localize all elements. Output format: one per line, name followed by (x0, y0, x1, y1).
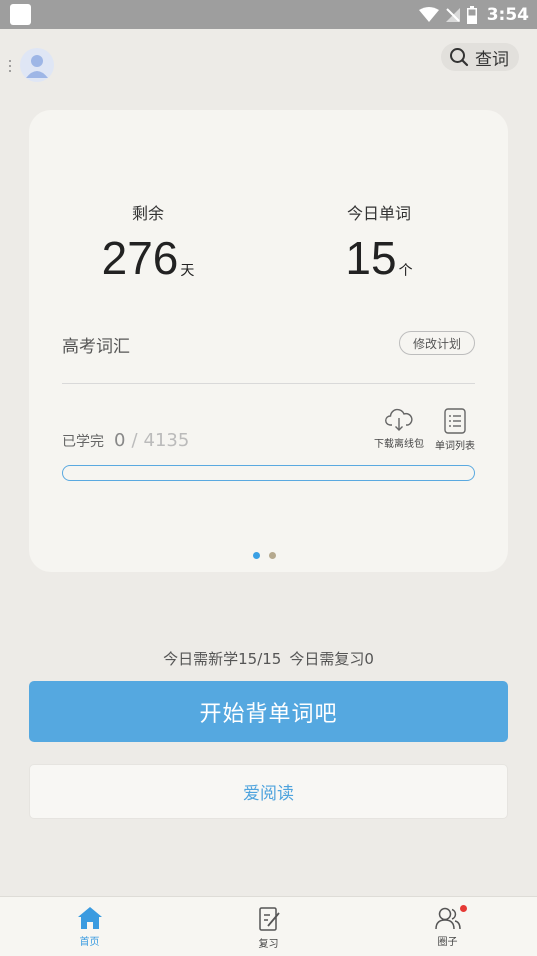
edit-plan-button[interactable]: 修改计划 (399, 331, 475, 355)
vocab-book-name: 高考词汇 (62, 337, 130, 357)
cloud-download-icon (385, 408, 413, 431)
remaining-label: 剩余 (131, 204, 164, 223)
status-bar: 3:54 (0, 0, 537, 29)
reading-button[interactable]: 爱阅读 (29, 764, 508, 819)
new-words-count: 今日需新学15/15 (163, 650, 282, 668)
learned-separator: / (131, 430, 138, 451)
remaining-days-stat: 剩余 276 天 (48, 200, 248, 282)
today-words-stat: 今日单词 15 个 (279, 200, 479, 282)
search-label: 查词 (475, 49, 509, 70)
today-words-value: 15 (345, 232, 397, 284)
learned-progress-text: 已学完 0 / 4135 (62, 430, 189, 451)
page-dot (269, 552, 276, 559)
learned-count: 0 (114, 430, 126, 451)
word-list-button[interactable]: 单词列表 (431, 408, 479, 452)
user-icon (26, 55, 48, 78)
download-offline-button[interactable]: 下载离线包 (371, 408, 427, 450)
remaining-value: 276 (101, 232, 179, 284)
wifi-icon (418, 6, 439, 22)
review-icon (258, 907, 280, 931)
avatar[interactable] (20, 48, 54, 82)
notification-badge (460, 905, 467, 912)
tab-home-label: 首页 (79, 937, 100, 948)
learned-label: 已学完 (62, 434, 104, 450)
system-icons: 3:54 (418, 0, 529, 29)
tab-home[interactable]: 首页 (0, 897, 179, 956)
page-dot (253, 552, 260, 559)
daily-summary: 今日需新学15/15 今日需复习0 (0, 648, 537, 669)
community-icon (434, 907, 461, 930)
tab-review-label: 复习 (258, 939, 279, 950)
start-memorizing-button[interactable]: 开始背单词吧 (29, 681, 508, 742)
tab-community-label: 圈子 (437, 937, 458, 948)
review-count: 今日需复习0 (289, 650, 374, 668)
tab-community[interactable]: 圈子 (358, 897, 537, 956)
plan-card[interactable]: 剩余 276 天 今日单词 15 个 高考词汇 修改计划 已学完 0 / 413… (29, 110, 508, 572)
battery-icon (466, 5, 477, 24)
list-icon (444, 408, 466, 434)
page-indicator (253, 552, 276, 559)
total-count: 4135 (143, 430, 190, 451)
no-signal-icon (445, 7, 460, 22)
today-words-label: 今日单词 (346, 204, 411, 223)
home-icon (77, 907, 102, 929)
today-words-unit: 个 (398, 263, 413, 279)
download-label: 下载离线包 (374, 439, 424, 450)
search-button[interactable]: 查词 (441, 43, 519, 71)
divider (62, 383, 475, 384)
remaining-unit: 天 (180, 263, 195, 279)
tab-bar: 首页 复习 圈子 (0, 896, 537, 956)
app-notification-icon (10, 4, 31, 25)
learning-progress-bar (62, 465, 475, 481)
word-list-label: 单词列表 (435, 441, 475, 452)
status-time: 3:54 (486, 4, 529, 25)
search-icon (450, 48, 469, 67)
drawer-handle[interactable] (9, 60, 12, 72)
tab-review[interactable]: 复习 (179, 897, 358, 956)
